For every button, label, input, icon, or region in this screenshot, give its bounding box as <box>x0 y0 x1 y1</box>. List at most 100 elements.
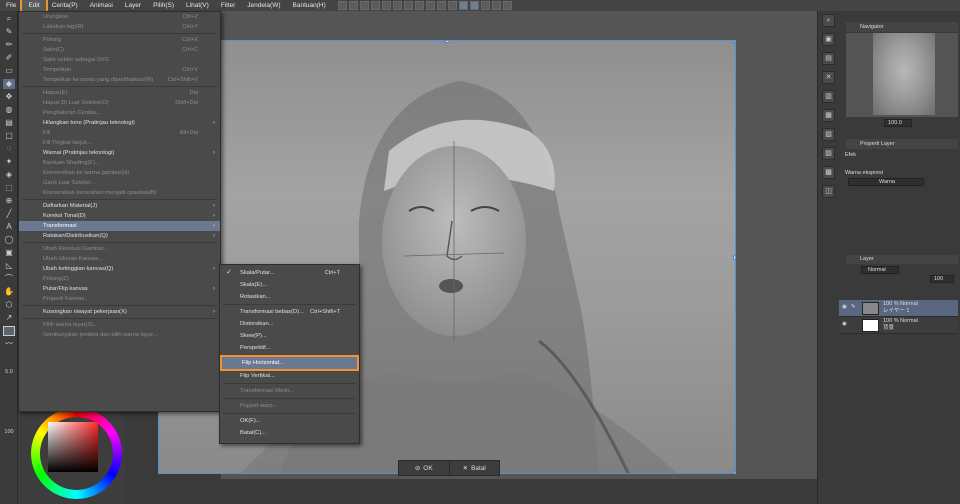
operation-icon[interactable]: ↗ <box>3 313 15 323</box>
transform-menu-item[interactable]: Transformasi bebas(D)... Ctrl+Shift+T <box>220 306 359 318</box>
clear-icon[interactable] <box>392 1 402 10</box>
animation-icon[interactable]: ▩ <box>822 166 835 179</box>
transform-menu-item[interactable]: Flip Vertikal... <box>220 370 359 382</box>
eye-icon[interactable]: ◉ <box>842 321 847 327</box>
transform-handle-right[interactable] <box>733 255 735 260</box>
edit-menu-item[interactable]: Transformasi › <box>19 221 220 231</box>
frame-icon[interactable]: ▣ <box>3 248 15 258</box>
redo-icon[interactable] <box>381 1 391 10</box>
snap-special-icon[interactable] <box>480 1 490 10</box>
eraser-icon[interactable]: ▭ <box>3 66 15 76</box>
tab-layer[interactable]: Layer <box>846 255 958 264</box>
transform-handle-top-right[interactable] <box>733 41 735 43</box>
stroke-icon[interactable]: 〰 <box>3 339 15 349</box>
auto-select-icon[interactable]: ✦ <box>3 157 15 167</box>
edit-menu-item[interactable]: Warnai (Pratinjau teknologi) › <box>19 148 220 158</box>
ok-button[interactable]: ⊘ OK <box>399 461 450 475</box>
selection-tool-icon[interactable]: ⬡ <box>3 300 15 310</box>
menu-story[interactable]: Cerita(P) <box>46 0 84 11</box>
pencil-icon[interactable]: ✏ <box>3 40 15 50</box>
transform-menu-item[interactable]: Skew(P)... <box>220 330 359 342</box>
saturation-value-square[interactable] <box>48 422 98 472</box>
transform-menu-item[interactable]: OK(F)... <box>220 415 359 427</box>
edit-menu-item[interactable]: Putar/Flip kanvas › <box>19 284 220 294</box>
menu-view[interactable]: Lihat(V) <box>180 0 215 11</box>
menu-help[interactable]: Bantuan(H) <box>287 0 332 11</box>
expression-color-select[interactable]: Warna <box>848 178 924 186</box>
undo-icon[interactable] <box>370 1 380 10</box>
edit-menu-item[interactable]: Ubah ketinggian kanvas(Q) › <box>19 264 220 274</box>
text-icon[interactable]: A <box>3 222 15 232</box>
figure-icon[interactable]: ▢ <box>3 131 15 141</box>
flip-horizontal-item[interactable]: Flip Horizontal... <box>220 355 359 371</box>
menu-animation[interactable]: Animasi <box>84 0 119 11</box>
info-icon[interactable]: ▧ <box>822 128 835 141</box>
layer-search-icon[interactable]: ▣ <box>822 33 835 46</box>
pen-settings-icon[interactable] <box>491 1 501 10</box>
layer-row[interactable]: ◉ ✎ 100 % Normal レイヤー 1 <box>839 300 958 317</box>
layer-move-icon[interactable]: ⬚ <box>3 183 15 193</box>
tool-settings-icon[interactable] <box>502 1 512 10</box>
chevron-right-icon: › <box>213 266 215 272</box>
layer-row[interactable]: ◉ 100 % Normal 背景 <box>839 317 958 334</box>
edit-menu-item[interactable]: Hilangkan tone (Pratinjau teknologi) › <box>19 118 220 128</box>
transform-menu-item[interactable]: Skala(E)... <box>220 279 359 291</box>
snap-grid-icon[interactable] <box>469 1 479 10</box>
edit-menu-item[interactable]: Ratakan/Distribusikan(Q) › <box>19 231 220 241</box>
zoom-icon[interactable]: ⌕ <box>3 14 15 24</box>
navigator-zoom[interactable]: 100.0 <box>884 119 912 127</box>
balloon-icon[interactable]: ◯ <box>3 235 15 245</box>
edit-menu-item[interactable]: Daftarkan Material(J) › <box>19 201 220 211</box>
tab-navigator[interactable]: Navigator <box>846 22 958 32</box>
bucket-icon[interactable]: ◈ <box>3 170 15 180</box>
assets-icon[interactable]: ◫ <box>822 185 835 198</box>
menu-window[interactable]: Jendela(W) <box>241 0 286 11</box>
layer-opacity[interactable]: 100 <box>930 275 954 283</box>
menu-filter[interactable]: Filter <box>215 0 241 11</box>
material-icon[interactable]: ▤ <box>822 52 835 65</box>
snap-ruler-icon[interactable] <box>458 1 468 10</box>
cancel-button[interactable]: ✕ Batal <box>450 461 500 475</box>
search-icon[interactable]: ⌕ <box>822 14 835 27</box>
deselect-icon[interactable] <box>414 1 424 10</box>
eyedropper-icon[interactable]: ⊕ <box>3 196 15 206</box>
tab-layer-properties[interactable]: Properti Layer <box>846 139 958 149</box>
transform-handle-bottom-right[interactable] <box>733 471 735 473</box>
lasso-icon[interactable]: ◌ <box>3 144 15 154</box>
menu-select[interactable]: Pilih(S) <box>147 0 180 11</box>
fill-icon[interactable]: ◍ <box>3 105 15 115</box>
menu-file[interactable]: File <box>0 0 22 11</box>
move-icon[interactable]: ✥ <box>3 92 15 102</box>
gradient-icon[interactable]: ▤ <box>3 118 15 128</box>
open-icon[interactable] <box>348 1 358 10</box>
transform-menu-item[interactable]: Distorsikan... <box>220 318 359 330</box>
sub-view-icon[interactable]: ▦ <box>822 109 835 122</box>
history-icon[interactable]: ▥ <box>822 90 835 103</box>
invert-selection-icon[interactable] <box>425 1 435 10</box>
blend-mode-select[interactable]: Normal <box>861 266 899 274</box>
menu-layer[interactable]: Layer <box>119 0 147 11</box>
eye-icon[interactable]: ◉ <box>842 304 847 310</box>
pen-icon[interactable]: ✎ <box>3 27 15 37</box>
brush-icon[interactable]: ✐ <box>3 53 15 63</box>
new-icon[interactable] <box>337 1 347 10</box>
save-icon[interactable] <box>359 1 369 10</box>
line-icon[interactable]: ╱ <box>3 209 15 219</box>
transform-menu-item[interactable]: Rotasikan... <box>220 291 359 303</box>
selection-icon[interactable] <box>436 1 446 10</box>
ruler-icon[interactable]: ◺ <box>3 261 15 271</box>
correct-line-icon[interactable]: ⌒ <box>3 274 15 284</box>
menu-edit[interactable]: Edit <box>20 0 48 13</box>
close-panel-icon[interactable]: ✕ <box>822 71 835 84</box>
blend-icon[interactable]: ◆ <box>3 79 15 89</box>
snap-icon[interactable] <box>447 1 457 10</box>
transform-menu-item[interactable]: ✓ Skala/Putar... Ctrl+T <box>220 267 359 279</box>
hand-icon[interactable]: ✋ <box>3 287 15 297</box>
transform-menu-item[interactable]: Perspektif... <box>220 342 359 354</box>
layer-property-icon[interactable]: ▨ <box>822 147 835 160</box>
transform-menu-item[interactable]: Batal(C)... <box>220 427 359 439</box>
transform-icon[interactable] <box>403 1 413 10</box>
main-color-swatch[interactable] <box>3 326 15 336</box>
edit-menu-item[interactable]: Kosongkan riwayat pekerjaan(X) › <box>19 307 220 317</box>
edit-menu-item[interactable]: Koreksi Tonal(D) › <box>19 211 220 221</box>
